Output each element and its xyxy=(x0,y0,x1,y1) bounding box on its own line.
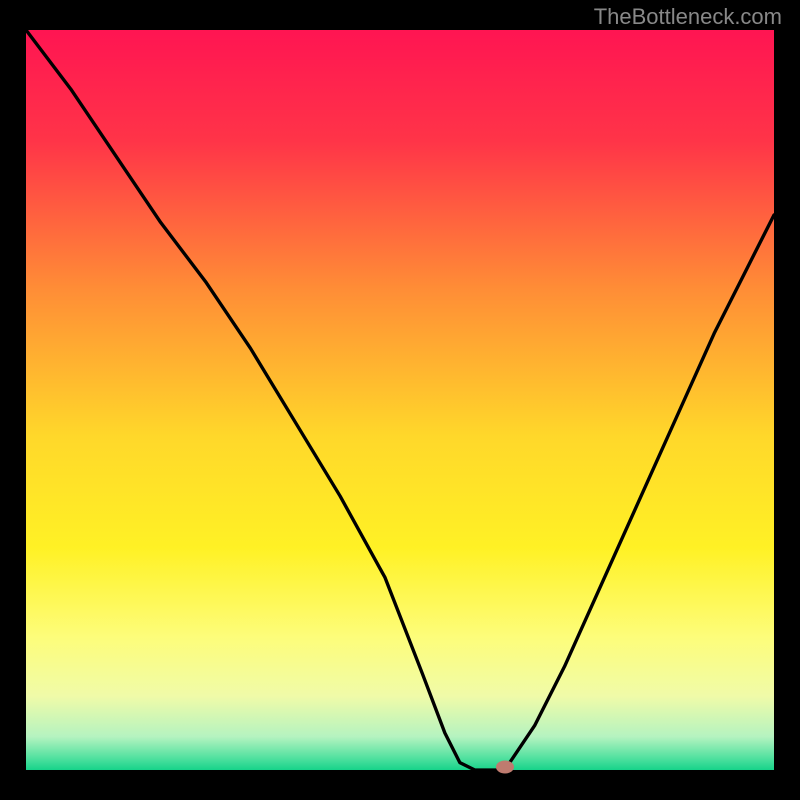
gradient-background xyxy=(26,30,774,770)
optimal-point-marker xyxy=(496,761,514,774)
plot-area xyxy=(26,30,774,770)
watermark-text: TheBottleneck.com xyxy=(594,4,782,30)
